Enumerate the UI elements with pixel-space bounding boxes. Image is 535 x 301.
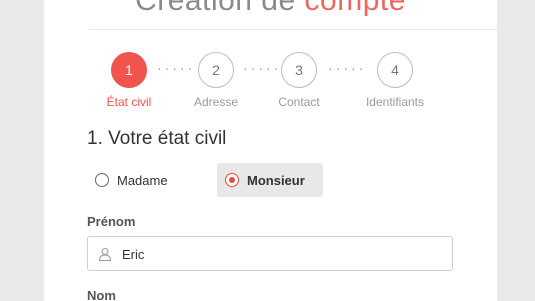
step-separator: ····· xyxy=(157,60,196,76)
radio-button-monsieur[interactable] xyxy=(225,173,239,187)
radio-madame[interactable]: Madame xyxy=(87,163,187,197)
page-title-prefix: Création de xyxy=(135,0,305,17)
section-title: 1. Votre état civil xyxy=(87,128,227,149)
step-2[interactable]: 2 xyxy=(198,52,234,88)
page-title: Création de compte xyxy=(44,0,497,18)
radio-monsieur[interactable]: Monsieur xyxy=(217,163,323,197)
step-3[interactable]: 3 xyxy=(281,52,317,88)
step-separator: ····· xyxy=(243,60,282,76)
prenom-input[interactable]: Eric xyxy=(87,236,453,271)
page-title-accent: compte xyxy=(304,0,406,17)
radio-label-monsieur: Monsieur xyxy=(247,173,305,188)
step-label-adresse: Adresse xyxy=(193,95,239,109)
nom-label: Nom xyxy=(87,288,116,301)
account-creation-form: Création de compte 1 ····· 2 ····· 3 ···… xyxy=(44,0,497,301)
prenom-value: Eric xyxy=(122,247,145,262)
step-4[interactable]: 4 xyxy=(377,52,413,88)
radio-label-madame: Madame xyxy=(117,173,168,188)
step-1[interactable]: 1 xyxy=(111,52,147,88)
user-icon xyxy=(98,248,112,261)
step-separator: ····· xyxy=(328,60,367,76)
prenom-label: Prénom xyxy=(87,214,136,229)
step-label-etat-civil: État civil xyxy=(106,95,152,109)
radio-button-madame[interactable] xyxy=(95,173,109,187)
step-label-contact: Contact xyxy=(278,95,320,109)
title-divider xyxy=(89,29,497,30)
step-label-identifiants: Identifiants xyxy=(365,95,425,109)
